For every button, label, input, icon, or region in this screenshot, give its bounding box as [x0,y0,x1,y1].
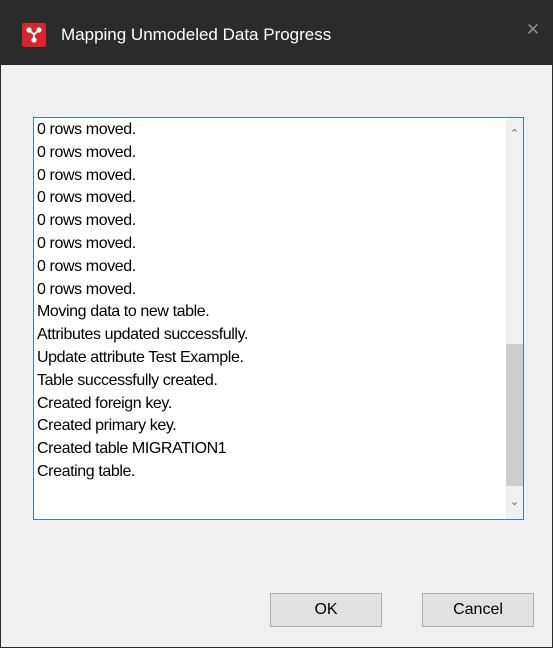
log-line: Created primary key. [37,417,177,435]
log-line: 0 rows moved. [37,234,136,252]
dialog-window: Mapping Unmodeled Data Progress ✕ 0 rows… [0,0,553,648]
log-line: Update attribute Test Example. [37,348,244,366]
log-line: 0 rows moved. [37,257,136,275]
log-line: 0 rows moved. [37,121,136,138]
scroll-thumb[interactable] [506,344,523,486]
scroll-down-icon[interactable]: ⌄ [506,494,523,511]
app-logo-icon [22,23,46,47]
window-title: Mapping Unmodeled Data Progress [61,25,332,44]
log-line: Creating table. [37,462,136,480]
log-line: Created foreign key. [37,394,172,412]
progress-log[interactable]: 0 rows moved. 0 rows moved. 0 rows moved. 0… [33,117,524,520]
dialog-body: 0 rows moved. 0 rows moved. 0 rows moved. 0… [7,65,546,640]
cancel-button[interactable]: Cancel [422,593,534,627]
title-bar[interactable]: Mapping Unmodeled Data Progress ✕ [1,1,552,65]
vertical-scrollbar[interactable]: ⌃ ⌄ [506,118,523,519]
scroll-up-icon[interactable]: ⌃ [506,126,523,143]
ok-button[interactable]: OK [270,593,382,627]
log-line: Table successfully created. [37,371,218,389]
log-line: Created table MIGRATION1 [37,440,227,458]
log-list: 0 rows moved. 0 rows moved. 0 rows moved. 0… [37,119,497,484]
log-line: 0 rows moved. [37,212,136,230]
log-line: 0 rows moved. [37,189,136,207]
log-line: 0 rows moved. [37,143,136,161]
log-line: 0 rows moved. [37,280,136,298]
close-icon[interactable]: ✕ [520,17,546,43]
log-line: Moving data to new table. [37,303,210,321]
log-line: 0 rows moved. [37,166,136,184]
log-line: Attributes updated successfully. [37,326,249,344]
